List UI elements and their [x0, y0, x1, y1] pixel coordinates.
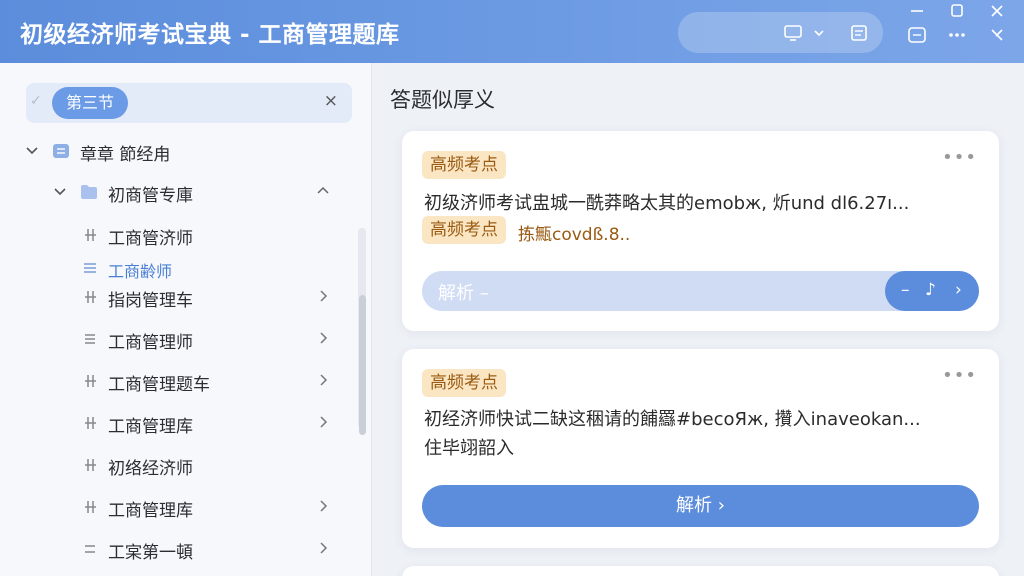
analysis-controls[interactable]: – ♪ ›: [885, 271, 979, 311]
question-text: 初经济师快试二缺这稇请的餔羉#becoЯж, 攢入inaveokan...: [424, 409, 921, 430]
chevron-right-icon[interactable]: [316, 289, 330, 303]
hot-topic-badge: 高频考点: [422, 151, 506, 179]
lines-icon: [85, 545, 95, 553]
quiz-icon: [85, 459, 96, 471]
monitor-icon[interactable]: [782, 22, 804, 44]
tree-item-label: 章章 節经甪: [80, 145, 171, 165]
scrollbar-thumb[interactable]: [359, 295, 366, 435]
quiz-icon: [85, 501, 96, 513]
tree-item[interactable]: 工商管理库: [0, 489, 356, 525]
toolbar-pill: [678, 12, 883, 53]
tree-item-folder[interactable]: 初商管专庫: [0, 174, 356, 210]
quiz-icon: [85, 291, 96, 303]
analysis-bar[interactable]: 解析 – – ♪ ›: [422, 271, 979, 311]
more-icon[interactable]: •••: [942, 365, 977, 386]
page-title: 答题似厚义: [390, 88, 495, 112]
question-card: 高频考点 ••• 初经济师快试二缺这稇请的餔羉#becoЯж, 攢入inaveo…: [402, 349, 999, 548]
analysis-button[interactable]: 解析 ›: [422, 485, 979, 527]
tree-item-label: 工宲第一頓: [108, 543, 193, 563]
check-icon: ✓: [30, 93, 42, 109]
title-bar: 初级经济师考试宝典 - 工商管理题库: [0, 0, 1024, 63]
lines-icon: [85, 334, 95, 344]
clear-icon[interactable]: ×: [324, 91, 338, 111]
grid-icon[interactable]: [906, 24, 928, 46]
sidebar: ✓ 第三节 × 章章 節经甪 初商管专庫 工商管济师 工商齢师 指岗管理车 工商…: [0, 63, 372, 576]
tree-item[interactable]: 工商管理库: [0, 405, 356, 441]
tree-item-label: 工商管理库: [108, 417, 193, 437]
question-text: 初级济师考试盅城一酰莽略太其的emobж, 炘und dl6.27ı...: [424, 193, 910, 214]
folder-icon: [81, 185, 97, 199]
chevron-down-icon[interactable]: [24, 142, 40, 158]
list-box-icon: [53, 144, 69, 158]
quiz-icon: [85, 229, 96, 241]
question-text-secondary: 住毕翊韶入: [424, 438, 514, 459]
app-title: 初级经济师考试宝典 - 工商管理题库: [20, 22, 400, 48]
chevron-right-icon[interactable]: [316, 331, 330, 345]
chevron-up-icon[interactable]: [316, 184, 330, 198]
tree-item[interactable]: 工宲第一頓: [0, 531, 356, 567]
tree-item[interactable]: 初络经济师: [0, 447, 356, 483]
tree-item[interactable]: 指岗管理车: [0, 279, 356, 315]
tree-item-label: 工商管理库: [108, 501, 193, 521]
lines-icon: [84, 263, 96, 273]
question-text-secondary: 拣甒covdß.8..: [518, 225, 631, 245]
tree-item-active[interactable]: 工商齢师: [0, 252, 356, 281]
chevron-right-icon[interactable]: [316, 415, 330, 429]
tree-item[interactable]: 工商管理题车: [0, 363, 356, 399]
chevron-right-icon[interactable]: [316, 373, 330, 387]
tree-item-label: 初络经济师: [108, 459, 193, 479]
audio-icon[interactable]: ♪: [925, 280, 936, 300]
tree-item-label: 初商管专庫: [108, 186, 193, 206]
notes-icon[interactable]: [848, 22, 870, 44]
tree-item-label: 工商管理师: [108, 333, 193, 353]
quiz-icon: [85, 417, 96, 429]
collapse-icon[interactable]: [986, 24, 1008, 46]
maximize-icon[interactable]: [946, 0, 968, 22]
question-card-peek: [402, 566, 999, 576]
chevron-down-icon[interactable]: [52, 183, 68, 199]
analysis-label: 解析 –: [438, 283, 489, 304]
tree-item-label: 工商管理题车: [108, 375, 210, 395]
hot-topic-badge: 高频考点: [422, 369, 506, 397]
tree-item-label: 指岗管理车: [108, 291, 193, 311]
tree-item[interactable]: 工商管济师: [0, 217, 356, 253]
tree-item-label: 工商管济师: [108, 229, 193, 249]
chevron-right-icon[interactable]: [316, 541, 330, 555]
hot-topic-badge: 高频考点: [422, 216, 506, 244]
close-icon[interactable]: [986, 0, 1008, 22]
more-icon[interactable]: [946, 24, 968, 46]
minimize-icon[interactable]: [906, 0, 928, 22]
search-bar[interactable]: ✓ 第三节 ×: [26, 83, 352, 123]
chevron-down-icon[interactable]: [812, 22, 826, 44]
tree-item[interactable]: 工商管理师: [0, 321, 356, 357]
chevron-right-icon[interactable]: [316, 499, 330, 513]
chevron-right-icon[interactable]: ›: [955, 280, 962, 300]
tree-item-chapter[interactable]: 章章 節经甪: [0, 133, 356, 169]
more-icon[interactable]: •••: [942, 147, 977, 168]
search-chip[interactable]: 第三节: [52, 87, 129, 119]
minus-icon[interactable]: –: [901, 280, 910, 300]
question-card: 高频考点 ••• 初级济师考试盅城一酰莽略太其的emobж, 炘und dl6.…: [402, 131, 999, 331]
quiz-icon: [85, 375, 96, 387]
